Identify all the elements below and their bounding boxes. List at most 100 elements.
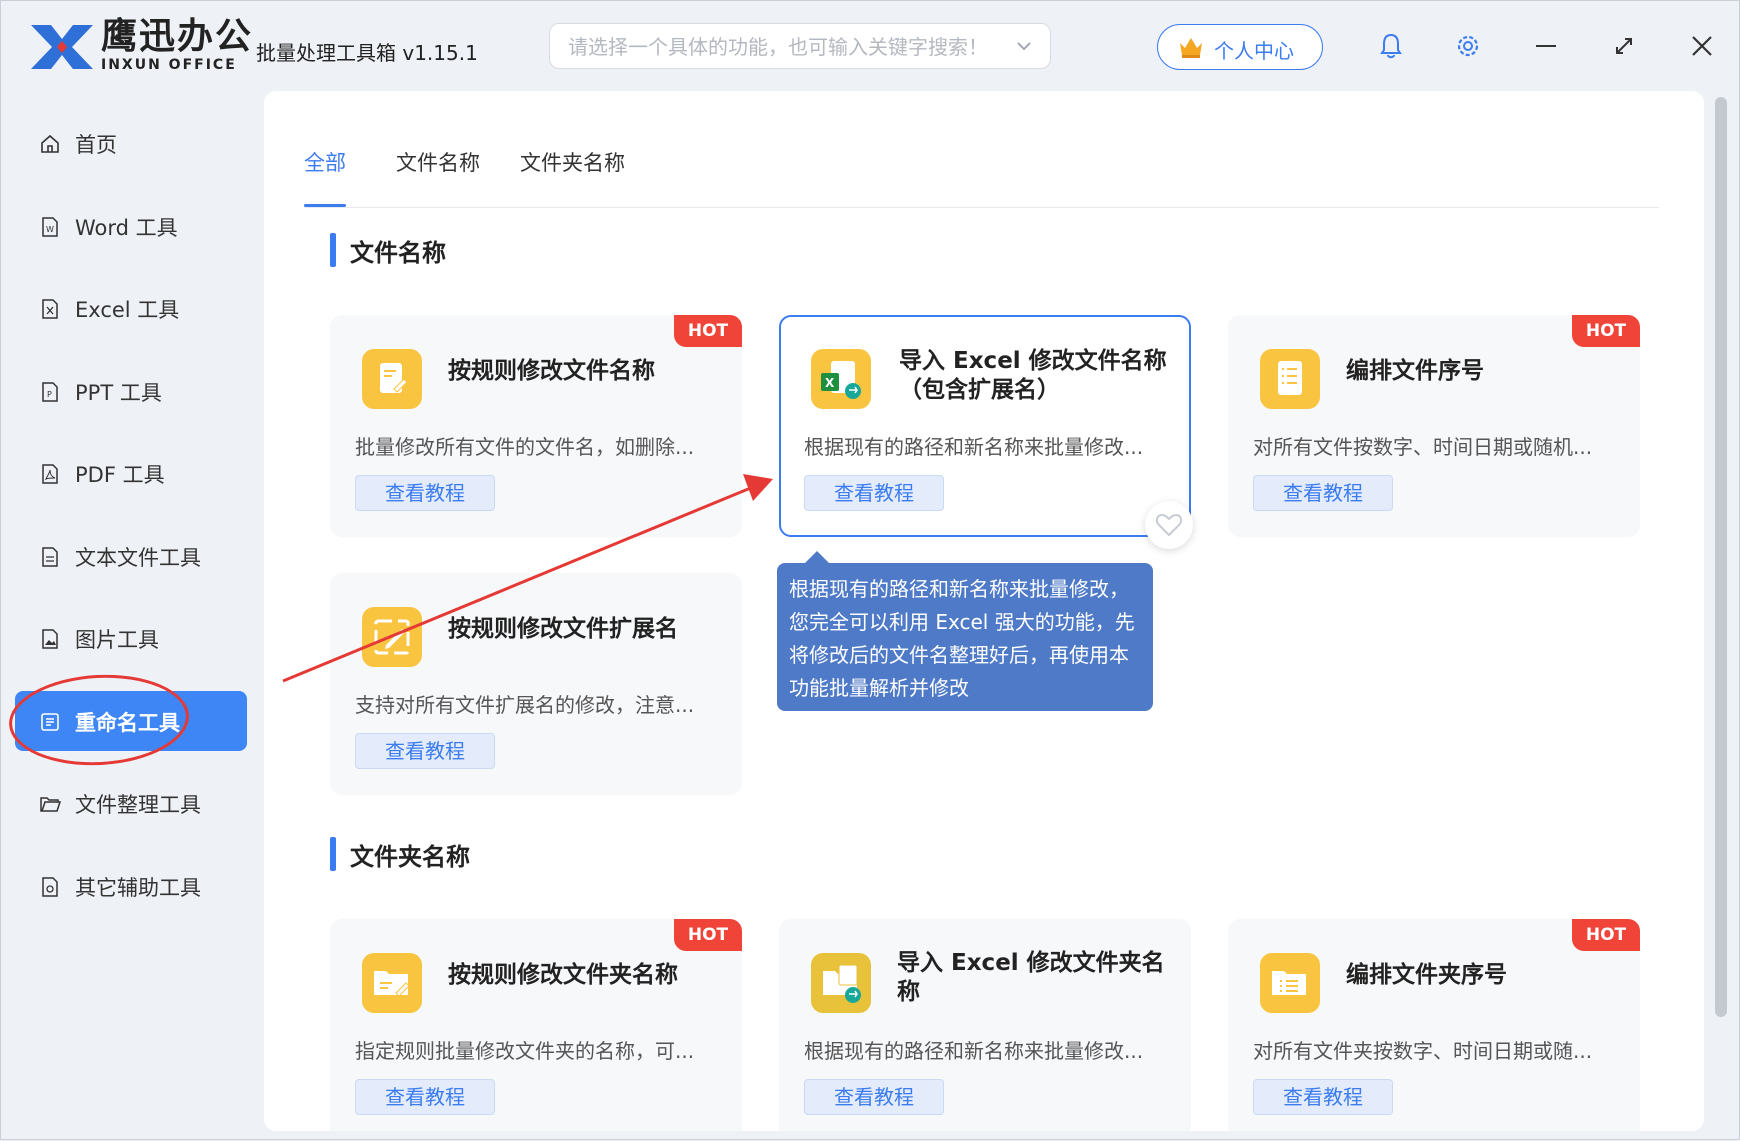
inxun-logo-icon: [31, 25, 93, 69]
sidebar-item-label: 其它辅助工具: [75, 876, 201, 900]
sidebar-item-label: PPT 工具: [75, 381, 162, 405]
favorite-heart-icon[interactable]: [1145, 501, 1193, 549]
view-tutorial-button[interactable]: 查看教程: [804, 1079, 944, 1115]
card-description: 对所有文件按数字、时间日期或随机...: [1253, 435, 1593, 459]
brand: 鹰迅办公 INXUN OFFICE: [101, 16, 254, 74]
app-title: 批量处理工具箱 v1.15.1: [256, 41, 478, 65]
card-title: 编排文件夹序号: [1346, 962, 1507, 988]
sidebar-item-label: 首页: [75, 133, 117, 157]
folder-open-icon: [40, 797, 61, 812]
svg-text:X: X: [825, 376, 835, 390]
card-title: 按规则修改文件扩展名: [448, 616, 678, 642]
card-description: 支持对所有文件扩展名的修改，注意...: [355, 693, 695, 717]
sidebar-item-label: Excel 工具: [75, 298, 180, 322]
rename-icon: [41, 713, 59, 731]
numbering-file-icon: [1260, 349, 1320, 409]
utility-icon: [42, 877, 58, 897]
card-description: 根据现有的路径和新名称来批量修改...: [804, 1039, 1144, 1063]
tab-all[interactable]: 全部: [304, 147, 346, 207]
rename-file-icon: [362, 349, 422, 409]
tool-card-rename-by-rule[interactable]: HOT 按规则修改文件名称 批量修改所有文件的文件名，如删除... 查看教程: [330, 315, 742, 537]
folder-excel-import-icon: [811, 953, 871, 1013]
sidebar: 首页 W Word 工具 Excel 工具 P PPT 工具 PDF 工具 文本…: [1, 93, 249, 1139]
search-input[interactable]: [566, 32, 1000, 62]
view-tutorial-button[interactable]: 查看教程: [355, 733, 495, 769]
ppt-file-icon: P: [42, 382, 58, 402]
folder-rename-icon: [362, 953, 422, 1013]
sidebar-item-image[interactable]: 图片工具: [15, 608, 247, 668]
hot-badge: HOT: [1572, 919, 1640, 951]
maximize-icon[interactable]: [1607, 29, 1641, 63]
chevron-down-icon[interactable]: [1014, 36, 1034, 56]
card-title: 按规则修改文件名称: [448, 358, 655, 384]
text-file-icon: [42, 547, 58, 567]
minimize-icon[interactable]: [1529, 29, 1563, 63]
tool-card-import-excel-rename[interactable]: X 导入 Excel 修改文件名称（包含扩展名） 根据现有的路径和新名称来批量修…: [779, 315, 1191, 537]
view-tutorial-button[interactable]: 查看教程: [355, 475, 495, 511]
sidebar-item-word[interactable]: W Word 工具: [15, 196, 247, 256]
view-tutorial-button[interactable]: 查看教程: [804, 475, 944, 511]
hot-badge: HOT: [674, 315, 742, 347]
card-description: 指定规则批量修改文件夹的名称，可...: [355, 1039, 695, 1063]
tab-bar: 全部 文件名称 文件夹名称: [304, 147, 1659, 208]
sidebar-item-label: 文件整理工具: [75, 793, 201, 817]
sidebar-item-excel[interactable]: Excel 工具: [15, 278, 247, 338]
sidebar-item-rename[interactable]: 重命名工具: [15, 691, 247, 751]
sidebar-item-file-organize[interactable]: 文件整理工具: [15, 773, 247, 833]
user-center-label: 个人中心: [1214, 39, 1294, 63]
title-bar: 鹰迅办公 INXUN OFFICE 批量处理工具箱 v1.15.1 个人中心: [1, 1, 1739, 93]
tool-card-rename-extension[interactable]: 按规则修改文件扩展名 支持对所有文件扩展名的修改，注意... 查看教程: [330, 573, 742, 795]
tab-folder-name[interactable]: 文件夹名称: [520, 147, 625, 205]
home-icon: [41, 134, 59, 153]
tab-file-name[interactable]: 文件名称: [396, 147, 480, 205]
tool-card-rename-folder-by-rule[interactable]: HOT 按规则修改文件夹名称 指定规则批量修改文件夹的名称，可... 查看教程: [330, 919, 742, 1131]
close-icon[interactable]: [1685, 29, 1719, 63]
view-tutorial-button[interactable]: 查看教程: [1253, 1079, 1393, 1115]
sidebar-item-label: 文本文件工具: [75, 546, 201, 570]
tool-card-import-excel-folder[interactable]: 导入 Excel 修改文件夹名称 根据现有的路径和新名称来批量修改... 查看教…: [779, 919, 1191, 1131]
view-tutorial-button[interactable]: 查看教程: [1253, 475, 1393, 511]
settings-gear-icon[interactable]: [1451, 29, 1485, 63]
app-window: 鹰迅办公 INXUN OFFICE 批量处理工具箱 v1.15.1 个人中心: [0, 0, 1740, 1140]
section-title-files: 文件名称: [330, 233, 446, 268]
svg-text:W: W: [46, 225, 54, 234]
scrollbar[interactable]: [1715, 97, 1727, 1017]
brand-name: 鹰迅办公: [101, 16, 254, 57]
brand-english: INXUN OFFICE: [101, 57, 237, 73]
card-description: 根据现有的路径和新名称来批量修改...: [804, 435, 1144, 459]
sidebar-item-label: 重命名工具: [75, 711, 180, 735]
excel-import-icon: X: [811, 349, 871, 409]
sidebar-item-label: 图片工具: [75, 628, 159, 652]
sidebar-item-pdf[interactable]: PDF 工具: [15, 443, 247, 503]
hot-badge: HOT: [674, 919, 742, 951]
folder-numbering-icon: [1260, 953, 1320, 1013]
extension-edit-icon: [362, 607, 422, 667]
sidebar-item-home[interactable]: 首页: [15, 113, 247, 173]
word-file-icon: W: [42, 217, 58, 237]
image-file-icon: [42, 629, 58, 649]
search-box[interactable]: [549, 23, 1051, 69]
card-title: 导入 Excel 修改文件名称（包含扩展名）: [899, 348, 1167, 403]
card-description: 批量修改所有文件的文件名，如删除...: [355, 435, 695, 459]
card-tooltip: 根据现有的路径和新名称来批量修改，您完全可以利用 Excel 强大的功能，先将修…: [777, 551, 1153, 711]
crown-icon: [1180, 38, 1202, 58]
sidebar-item-label: PDF 工具: [75, 463, 165, 487]
bell-icon[interactable]: [1374, 29, 1408, 63]
card-title: 编排文件序号: [1346, 358, 1484, 384]
hot-badge: HOT: [1572, 315, 1640, 347]
sidebar-item-label: Word 工具: [75, 216, 178, 240]
section-title-folders: 文件夹名称: [330, 837, 470, 872]
card-title: 按规则修改文件夹名称: [448, 962, 678, 988]
sidebar-item-ppt[interactable]: P PPT 工具: [15, 361, 247, 421]
user-center-button[interactable]: 个人中心: [1157, 24, 1323, 70]
tool-card-folder-numbering[interactable]: HOT 编排文件夹序号 对所有文件夹按数字、时间日期或随... 查看教程: [1228, 919, 1640, 1131]
sidebar-item-text[interactable]: 文本文件工具: [15, 526, 247, 586]
view-tutorial-button[interactable]: 查看教程: [355, 1079, 495, 1115]
svg-text:P: P: [47, 390, 52, 399]
sidebar-item-other-tools[interactable]: 其它辅助工具: [15, 856, 247, 916]
tool-card-file-numbering[interactable]: HOT 编排文件序号 对所有文件按数字、时间日期或随机... 查看教程: [1228, 315, 1640, 537]
excel-file-icon: [42, 299, 58, 319]
pdf-file-icon: [42, 464, 58, 484]
card-description: 对所有文件夹按数字、时间日期或随...: [1253, 1039, 1593, 1063]
card-title: 导入 Excel 修改文件夹名称: [897, 950, 1165, 1005]
